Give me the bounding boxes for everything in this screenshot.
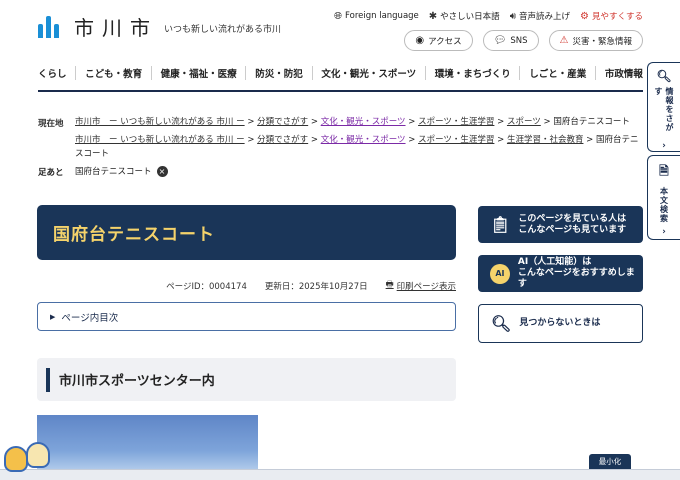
mascot-figure [4,446,28,472]
nav-item-kenko[interactable]: 健康・福祉・医療 [161,66,237,80]
breadcrumb-shogai-kyoiku[interactable]: 生涯学習・社会教育 [507,135,584,145]
nav-item-bunka[interactable]: 文化・観光・スポーツ [321,66,416,80]
chevron-right-icon: › [662,141,666,151]
print-label: 印刷ページ表示 [396,282,456,292]
easy-japanese-icon: ✱ [428,10,438,22]
emergency-label: 災害・緊急情報 [572,36,632,47]
printer-icon: 🖶︎ [385,280,394,290]
nav-divider [150,65,152,80]
close-icon[interactable]: × [156,165,168,177]
bottom-banner [0,469,680,480]
updated-date: 更新日：2025年10月27日 [264,282,368,292]
document-search-icon: 🗎 [659,164,669,178]
nav-divider [75,65,77,80]
triangle-right-icon: ▶ [50,312,56,321]
utility-links: 🌐︎ Foreign language ✱ やさしい日本語 🔊︎ 音声読み上げ ⚙ 見や… [334,10,643,23]
site-logo[interactable]: 市川市 いつも新しい流れがある市川 [38,12,281,41]
tagline: いつも新しい流れがある市川 [164,25,282,35]
mascot-image [2,440,54,480]
breadcrumb: 市川市 ー いつも新しい流れがある 市川 ー > 分類でさがす > 文化・観光・… [75,117,630,127]
nav-item-kurashi[interactable]: くらし [38,66,67,80]
logo-mark-icon [38,15,60,38]
mascot-figure [26,442,50,468]
foreign-language-label: Foreign language [345,11,419,21]
breadcrumb-current: 国府台テニスコート [553,117,630,127]
table-of-contents-toggle[interactable]: ▶ ページ内目次 [37,302,456,331]
ai-recommend-label: AI（人工知能）は こんなページをおすすめします [517,257,635,289]
breadcrumb-sports-shogai[interactable]: スポーツ・生涯学習 [418,135,494,145]
nav-item-kankyo[interactable]: 環境・まちづくり [435,66,511,80]
search-icon: 🔍︎ [656,69,672,83]
chat-bubble-icon: 💬︎ [493,35,507,46]
nav-underline [38,90,643,92]
viewed-pages-label: このページを見ている人は こんなページも見ています [518,213,627,235]
viewed-pages-button[interactable]: 📋︎ このページを見ている人は こんなページも見ています [478,206,643,243]
sns-button[interactable]: 💬︎ SNS [482,30,539,51]
breadcrumb-sports-shogai[interactable]: スポーツ・生涯学習 [418,117,494,127]
nav-divider [311,65,313,80]
globe-icon: 🌐︎ [334,10,343,22]
breadcrumb-bunka[interactable]: 文化・観光・スポーツ [321,135,406,145]
location-pin-icon: ◉ [415,35,425,46]
nav-item-shisei[interactable]: 市政情報 [605,66,643,80]
nav-divider [519,65,521,80]
ai-recommend-button[interactable]: AI AI（人工知能）は こんなページをおすすめします [478,255,643,292]
alert-icon: ⚠ [559,35,569,46]
nav-item-shigoto[interactable]: しごと・産業 [529,66,586,80]
access-button[interactable]: ◉ アクセス [404,30,473,51]
sns-label: SNS [510,35,528,46]
breadcrumb-home[interactable]: 市川市 ー いつも新しい流れがある 市川 ー [75,117,245,127]
access-label: アクセス [428,36,462,47]
breadcrumb-bunka[interactable]: 文化・観光・スポーツ [321,117,406,127]
rail-text-search[interactable]: 🗎 本文検索 › [647,155,680,240]
ai-icon: AI [490,263,510,284]
minimize-button[interactable]: 最小化 [589,454,631,469]
accessibility-label: 見やすくする [591,12,643,22]
foreign-language-link[interactable]: 🌐︎ Foreign language [334,11,419,22]
easy-japanese-link[interactable]: ✱ やさしい日本語 [428,10,500,23]
ashiato-link[interactable]: 国府台テニスコート [75,165,152,177]
logo-text: 市川市 [74,16,158,40]
breadcrumb-bunrui[interactable]: 分類でさがす [257,117,308,127]
nav-divider [245,65,247,80]
ashiato-label: 足あと [38,168,64,178]
toc-label: ページ内目次 [61,312,119,324]
header-pills: ◉ アクセス 💬︎ SNS ⚠ 災害・緊急情報 [404,30,643,51]
chevron-right-icon: › [662,227,666,237]
emergency-button[interactable]: ⚠ 災害・緊急情報 [548,30,643,51]
breadcrumb-label: 現在地 [38,119,64,129]
print-link[interactable]: 🖶︎ 印刷ページ表示 [386,279,456,293]
breadcrumb-sports[interactable]: スポーツ [507,117,541,127]
not-found-button[interactable]: 🔍︎ 見つからないときは [478,304,643,343]
easy-japanese-label: やさしい日本語 [440,12,500,22]
read-aloud-link[interactable]: 🔊︎ 音声読み上げ [509,10,571,23]
nav-divider [595,65,597,80]
not-found-label: 見つからないときは [519,318,601,328]
page-title: 国府台テニスコート [53,225,215,245]
document-search-icon: 🔍︎ [491,314,512,333]
rail-search-info[interactable]: 🔍︎ 情報をさがす › [647,62,680,152]
breadcrumb-alt: 市川市 ー いつも新しい流れがある 市川 ー > 分類でさがす > 文化・観光・… [75,135,639,159]
section-heading-box: 市川市スポーツセンター内 [37,358,456,401]
nav-item-kodomo[interactable]: こども・教育 [85,66,142,80]
nav-item-bosai[interactable]: 防災・防犯 [255,66,303,80]
accessibility-link[interactable]: ⚙ 見やすくする [580,10,643,23]
breadcrumb-bunrui[interactable]: 分類でさがす [257,135,308,145]
ashiato-item: 国府台テニスコート × [75,165,168,177]
page-meta: ページID：0004174 更新日：2025年10月27日 🖶︎ 印刷ページ表示 [166,279,456,293]
heading-bar [46,367,50,392]
gear-icon: ⚙ [580,10,589,22]
global-nav: くらし こども・教育 健康・福祉・医療 防災・防犯 文化・観光・スポーツ 環境・… [38,60,643,85]
speaker-icon: 🔊︎ [509,10,516,22]
breadcrumb-home[interactable]: 市川市 ー いつも新しい流れがある 市川 ー [75,135,245,145]
rail-search-label: 情報をさがす [654,87,674,132]
viewed-pages-icon: 📋︎ [490,215,511,234]
page-id: ページID：0004174 [166,282,247,292]
read-aloud-label: 音声読み上げ [519,12,571,22]
page-title-box: 国府台テニスコート [37,205,456,260]
section-heading: 市川市スポーツセンター内 [59,374,215,389]
nav-divider [424,65,426,80]
rail-text-search-label: 本文検索 [659,187,669,223]
